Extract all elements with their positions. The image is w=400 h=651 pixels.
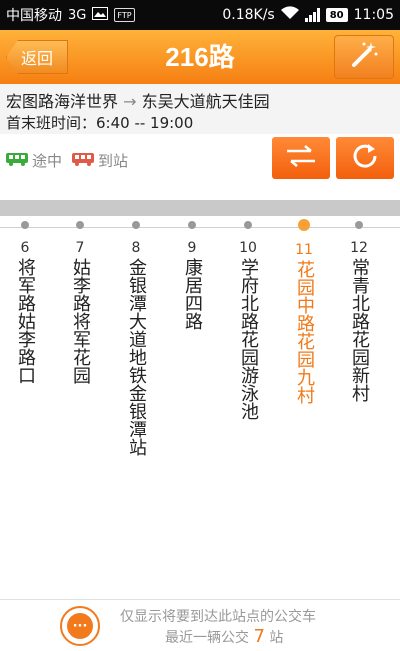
stop-dot bbox=[188, 221, 196, 229]
ftp-icon: FTP bbox=[114, 8, 135, 22]
stop-dot bbox=[76, 221, 84, 229]
route-from: 宏图路海洋世界 bbox=[6, 92, 119, 111]
stop-number: 7 bbox=[75, 240, 85, 256]
stop-dot bbox=[355, 221, 363, 229]
carrier-label: 中国移动 bbox=[6, 8, 62, 24]
clock-label: 11:05 bbox=[353, 7, 394, 23]
stop-item[interactable]: 12 常青北路花园新村 bbox=[335, 221, 383, 402]
route-to: 东吴大道航天佳园 bbox=[141, 92, 270, 111]
legend-arrived: 到站 bbox=[72, 150, 128, 171]
stop-name: 姑李路将军花园 bbox=[70, 258, 91, 384]
swap-icon bbox=[285, 144, 317, 172]
wifi-icon bbox=[280, 6, 299, 24]
legend-en-route-label: 途中 bbox=[32, 152, 63, 170]
stop-item-active[interactable]: 11 花园中路花园九村 bbox=[280, 219, 328, 404]
stop-number: 12 bbox=[350, 240, 368, 256]
stop-number: 9 bbox=[187, 240, 197, 256]
nearest-bus-count: 7 bbox=[253, 626, 265, 647]
stop-name: 学府北路花园游泳池 bbox=[238, 258, 259, 420]
stop-dot bbox=[132, 221, 140, 229]
chat-button[interactable]: ··· bbox=[60, 606, 100, 646]
stop-item[interactable]: 6 将军路姑李路口 bbox=[1, 221, 49, 384]
legend-en-route: 途中 bbox=[6, 150, 62, 171]
green-bus-icon bbox=[6, 152, 28, 170]
stop-number: 11 bbox=[295, 242, 313, 258]
route-arrow: → bbox=[123, 92, 137, 111]
speed-label: 0.18K/s bbox=[222, 7, 275, 23]
stop-name: 金银潭大道地铁金银潭站 bbox=[126, 258, 147, 456]
swap-direction-button[interactable] bbox=[272, 137, 330, 179]
refresh-icon bbox=[350, 141, 380, 175]
nearest-bus-note: 最近一辆公交 7 站 bbox=[165, 626, 283, 647]
stop-dot bbox=[244, 221, 252, 229]
stop-name: 康居四路 bbox=[182, 258, 203, 330]
stop-item[interactable]: 7 姑李路将军花园 bbox=[56, 221, 104, 384]
stop-item[interactable]: 8 金银潭大道地铁金银潭站 bbox=[112, 221, 160, 456]
back-button[interactable]: 返回 bbox=[6, 40, 68, 74]
stop-item[interactable]: 9 康居四路 bbox=[168, 221, 216, 330]
stop-number: 10 bbox=[239, 240, 257, 256]
chat-bubble-icon: ··· bbox=[67, 613, 93, 639]
progress-strip bbox=[0, 200, 400, 216]
nearest-bus-prefix: 最近一辆公交 bbox=[165, 630, 249, 646]
stop-number: 8 bbox=[131, 240, 141, 256]
footer-note: 仅显示将要到达此站点的公交车 bbox=[120, 609, 316, 625]
title-bar: 返回 216路 bbox=[0, 30, 400, 84]
footer-bar: ··· 仅显示将要到达此站点的公交车 最近一辆公交 7 站 bbox=[0, 599, 400, 651]
battery-icon: 80 bbox=[325, 8, 348, 22]
stop-name: 常青北路花园新村 bbox=[349, 258, 370, 402]
route-info: 宏图路海洋世界 → 东吴大道航天佳园 首末班时间：6:40 -- 19:00 bbox=[0, 84, 400, 134]
legend-arrived-label: 到站 bbox=[98, 152, 129, 170]
page-title: 216路 bbox=[165, 42, 235, 72]
nearest-bus-suffix: 站 bbox=[269, 630, 284, 646]
schedule-label: 首末班时间：6:40 -- 19:00 bbox=[6, 114, 194, 132]
stop-dot-active bbox=[298, 219, 310, 231]
magic-wand-button[interactable] bbox=[334, 35, 394, 79]
image-notification-icon bbox=[92, 6, 109, 24]
red-bus-icon bbox=[72, 152, 94, 170]
magic-wand-icon bbox=[349, 40, 379, 74]
signal-icon bbox=[304, 8, 320, 22]
stop-item[interactable]: 10 学府北路花园游泳池 bbox=[224, 221, 272, 420]
route-direction: 宏图路海洋世界 → 东吴大道航天佳园 bbox=[6, 88, 270, 112]
refresh-button[interactable] bbox=[336, 137, 394, 179]
status-bar: 中国移动 3G FTP 0.18K/s 80 11:05 bbox=[0, 0, 400, 30]
stop-dot bbox=[21, 221, 29, 229]
stop-name: 将军路姑李路口 bbox=[15, 258, 36, 384]
network-label: 3G bbox=[68, 7, 87, 23]
stop-number: 6 bbox=[20, 240, 30, 256]
stop-name: 花园中路花园九村 bbox=[294, 260, 315, 404]
